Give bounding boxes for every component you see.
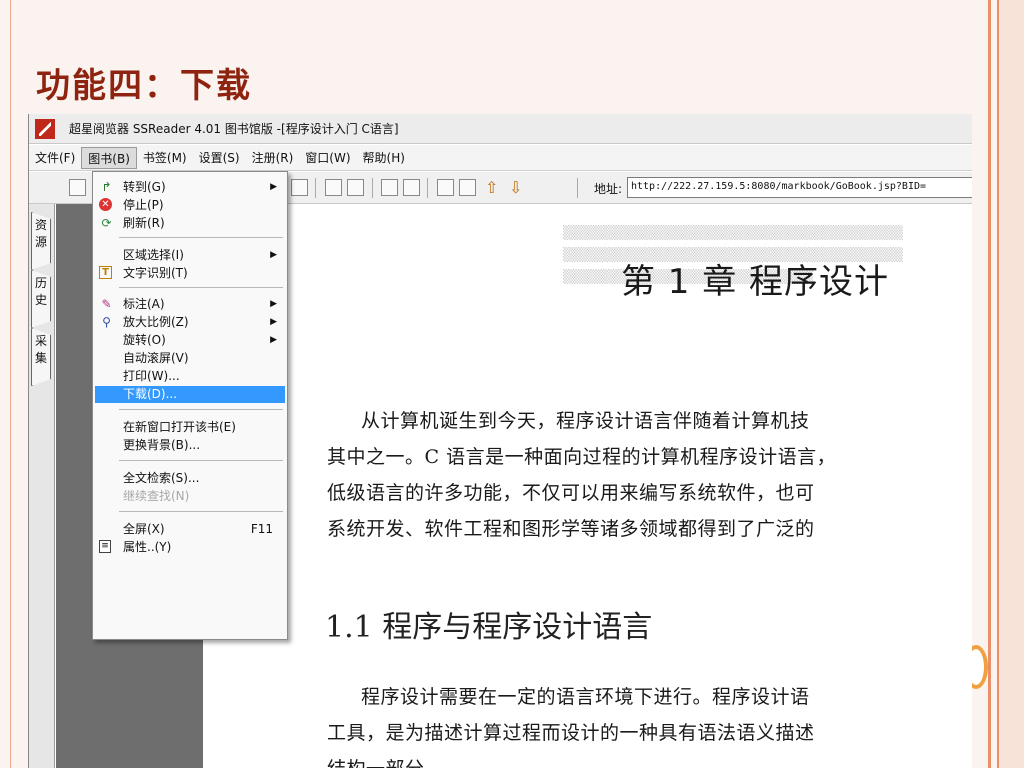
menu-item-properties[interactable]: ≡ 属性..(Y) [95,539,285,556]
submenu-arrow-icon: ▶ [270,250,277,260]
menu-item-label: 全屏(X) [123,522,165,536]
arrow-down-icon[interactable]: ⇩ [509,178,522,197]
menu-item-label: 转到(G) [123,180,166,194]
menu-item-open-new-window[interactable]: 在新窗口打开该书(E) [95,419,285,436]
menu-item-label: 文字识别(T) [123,266,188,280]
menu-item-label: 区域选择(I) [123,248,184,262]
menu-item-label: 在新窗口打开该书(E) [123,420,236,434]
menu-item-annotate[interactable]: ✎ 标注(A) ▶ [95,296,285,313]
toolbar-zoom-out-button[interactable] [403,179,420,196]
menu-separator [119,409,283,410]
menu-item-text-recognition[interactable]: T 文字识别(T) [95,265,285,282]
menu-item-find-next: 继续查找(N) [95,488,285,505]
side-tab-collect[interactable]: 采集 [31,328,51,386]
paragraph-line: 结构一部分 [327,754,425,768]
address-label: 地址: [594,182,623,196]
side-tab-history[interactable]: 历史 [31,270,51,328]
menu-item-label: 停止(P) [123,198,164,212]
menu-book[interactable]: 图书(B) [81,146,137,169]
submenu-arrow-icon: ▶ [270,182,277,192]
window-title: 超星阅览器 SSReader 4.01 图书馆版 -[程序设计入门 C语言] [69,122,399,136]
section-title: 1.1 程序与程序设计语言 [325,610,653,645]
toolbar-separator [315,178,316,198]
paragraph-line: 低级语言的许多功能，不仅可以用来编写系统软件，也可 [327,482,815,504]
app-logo-icon [35,118,55,139]
menu-item-label: 打印(W)... [123,369,180,383]
menu-item-stop[interactable]: ✕ 停止(P) [95,197,285,214]
submenu-arrow-icon: ▶ [270,317,277,327]
text-recognize-icon: T [99,266,112,279]
menu-separator [119,511,283,512]
toolbar-zoom-in-button[interactable] [381,179,398,196]
menu-item-download[interactable]: 下载(D)... [95,386,285,403]
menu-item-label: 属性..(Y) [123,540,172,554]
side-tab-resources[interactable]: 资源 [31,212,51,270]
stop-icon: ✕ [99,198,112,211]
menu-help[interactable]: 帮助(H) [357,147,411,169]
menu-window[interactable]: 窗口(W) [299,147,356,169]
side-tabs: 资源 历史 采集 [29,204,55,768]
toolbar-capture-button[interactable] [291,179,308,196]
paragraph-line: 系统开发、软件工程和图形学等诸多领域都得到了广泛的 [327,518,815,540]
toolbar-next-page-button[interactable] [459,179,476,196]
paragraph-line: 工具，是为描述计算过程而设计的一种具有语法语义描述 [327,722,815,744]
menu-file[interactable]: 文件(F) [29,147,81,169]
book-page: ▒▒▒▒▒▒▒▒▒▒▒▒▒▒▒▒▒▒▒▒▒▒▒▒▒▒▒▒▒▒▒▒▒▒ ▒▒▒▒▒… [203,204,972,768]
slide-title: 功能四：下载 [36,66,252,106]
menubar: 文件(F) 图书(B) 书签(M) 设置(S) 注册(R) 窗口(W) 帮助(H… [29,145,972,171]
menu-item-fullscreen[interactable]: 全屏(X) F11 [95,521,285,538]
menu-item-label: 下载(D)... [123,387,178,401]
menu-item-label: 标注(A) [123,297,165,311]
toolbar-pen-button[interactable] [347,179,364,196]
refresh-icon: ⟳ [101,216,112,230]
submenu-arrow-icon: ▶ [270,299,277,309]
menu-bookmarks[interactable]: 书签(M) [137,147,193,169]
menu-item-zoom[interactable]: ⚲ 放大比例(Z) ▶ [95,314,285,331]
menu-item-label: 旋转(O) [123,333,166,347]
properties-icon: ≡ [99,540,111,553]
address-input[interactable]: http://222.27.159.5:8080/markbook/GoBook… [627,177,972,198]
chapter-title: 第 1 章 程序设计 [621,262,890,302]
menu-item-label: 自动滚屏(V) [123,351,189,365]
menu-item-auto-scroll[interactable]: 自动滚屏(V) [95,350,285,367]
paragraph-line: 其中之一。C 语言是一种面向过程的计算机程序设计语言， [327,446,837,468]
arrow-up-icon[interactable]: ⇧ [485,178,498,197]
shortcut-label: F11 [250,522,273,536]
magnifier-icon: ⚲ [102,315,111,329]
bleed-through-text: ▒▒▒▒▒▒▒▒▒▒▒▒▒▒▒▒▒▒▒▒▒▒▒▒▒▒▒▒▒▒▒▒▒▒ [563,226,903,241]
menu-register[interactable]: 注册(R) [246,147,300,169]
annotate-icon: ✎ [101,297,112,311]
menu-settings[interactable]: 设置(S) [193,147,246,169]
menu-item-label: 更换背景(B)... [123,438,201,452]
menu-item-label: 继续查找(N) [123,489,190,503]
slide-left-line [10,0,11,768]
book-menu-dropdown: ↱ 转到(G) ▶ ✕ 停止(P) ⟳ 刷新(R) 区域选择(I) ▶ T 文字… [92,171,288,640]
menu-item-label: 全文检索(S)... [123,471,200,485]
paragraph-line: 程序设计需要在一定的语言环境下进行。程序设计语 [361,686,810,708]
arrow-icon: ↱ [101,180,112,194]
menu-item-rotate[interactable]: 旋转(O) ▶ [95,332,285,349]
menu-item-region-select[interactable]: 区域选择(I) ▶ [95,247,285,264]
menu-separator [119,237,283,238]
paragraph-line: 从计算机诞生到今天，程序设计语言伴随着计算机技 [361,410,810,432]
toolbar-book-button[interactable] [69,179,86,196]
window-titlebar: 超星阅览器 SSReader 4.01 图书馆版 -[程序设计入门 C语言] [29,114,972,144]
menu-item-print[interactable]: 打印(W)... [95,368,285,385]
slide-right-border [984,0,1024,768]
menu-separator [119,287,283,288]
toolbar-annotate-button[interactable] [325,179,342,196]
menu-item-label: 放大比例(Z) [123,315,189,329]
menu-item-full-text-search[interactable]: 全文检索(S)... [95,470,285,487]
menu-item-label: 刷新(R) [123,216,165,230]
toolbar-separator [372,178,373,198]
menu-item-refresh[interactable]: ⟳ 刷新(R) [95,215,285,232]
toolbar-separator [427,178,428,198]
menu-item-change-background[interactable]: 更换背景(B)... [95,437,285,454]
toolbar-prev-page-button[interactable] [437,179,454,196]
toolbar-separator [577,178,578,198]
menu-separator [119,460,283,461]
menu-item-goto[interactable]: ↱ 转到(G) ▶ [95,179,285,196]
submenu-arrow-icon: ▶ [270,335,277,345]
